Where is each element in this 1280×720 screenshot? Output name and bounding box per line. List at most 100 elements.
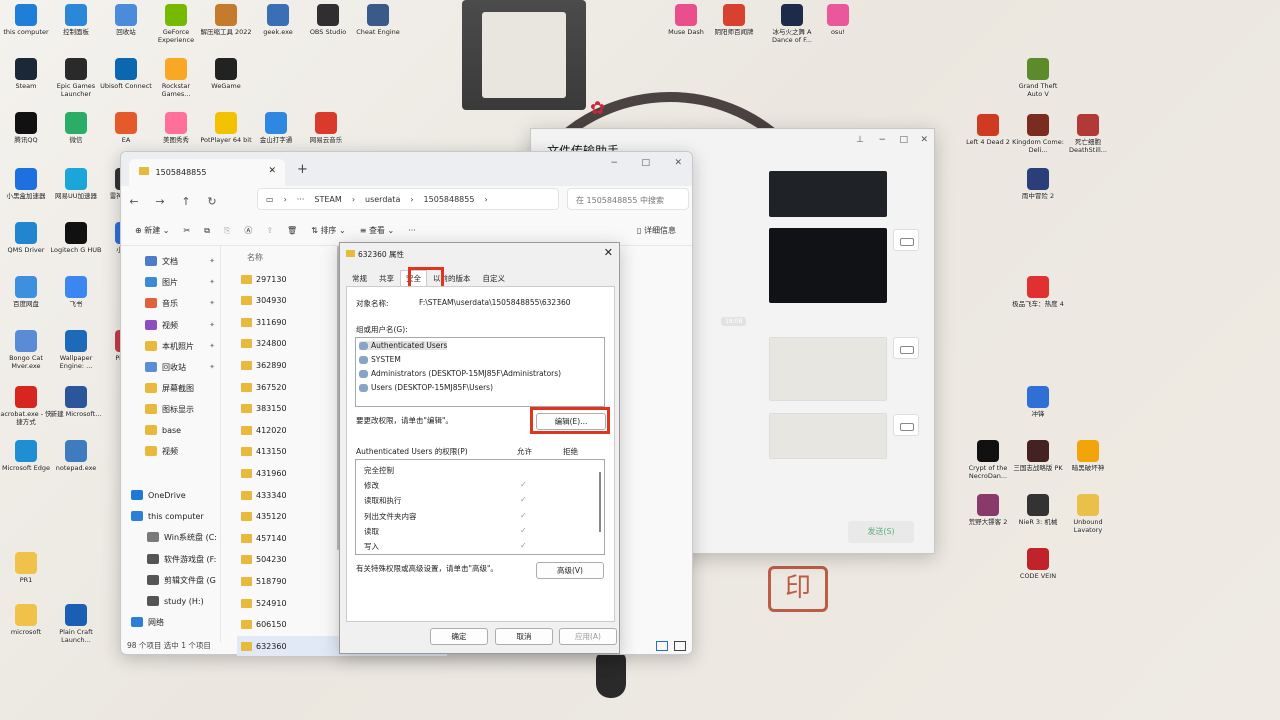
maximize-icon[interactable]: □ — [899, 135, 908, 145]
sidebar-item[interactable]: 视频 — [121, 442, 221, 460]
share-icon[interactable]: ⇪ — [266, 226, 273, 235]
desktop-icon-notepad[interactable]: notepad.exe — [50, 440, 102, 472]
sidebar-item[interactable]: OneDrive — [121, 486, 221, 504]
cut-icon[interactable]: ✂ — [184, 226, 191, 235]
desktop-icon-crypt[interactable]: Crypt of the NecroDan... — [962, 440, 1014, 480]
desktop-icon-meitu[interactable]: 美图秀秀 — [150, 112, 202, 144]
breadcrumb-id[interactable]: 1505848855 — [424, 195, 475, 204]
desktop-icon-game4[interactable]: 荒野大镖客 2 — [962, 494, 1014, 526]
desktop-icon-geek[interactable]: geek.exe — [252, 4, 304, 36]
sort-button[interactable]: ⇅ 排序 ⌄ — [311, 225, 346, 236]
delete-icon[interactable]: 🗑 — [287, 226, 297, 235]
user-list-item[interactable]: SYSTEM — [359, 355, 401, 364]
desktop-icon-unbound[interactable]: Unbound Lavatory — [1062, 494, 1114, 534]
properties-dialog[interactable]: 632360 属性 ✕ 常规 共享 安全 以前的版本 自定义 对象名称: F:\STEA… — [339, 242, 620, 654]
desktop-icon-kingdom[interactable]: Kingdom Come: Deli... — [1012, 114, 1064, 154]
maximize-icon[interactable]: □ — [641, 158, 650, 168]
user-list-item[interactable]: Users (DESKTOP-15MJ85F\Users) — [359, 383, 493, 392]
image-action-icon[interactable] — [893, 414, 919, 436]
copy-icon[interactable]: ⧉ — [204, 226, 210, 236]
address-bar[interactable]: ▭ › ··· STEAM › userdata › 1505848855 › — [257, 188, 559, 210]
details-view-icon[interactable] — [656, 641, 668, 651]
refresh-icon[interactable]: ↻ — [199, 195, 225, 208]
user-list-item[interactable]: Authenticated Users — [359, 341, 448, 350]
desktop-icon-osu[interactable]: osu! — [812, 4, 864, 36]
up-arrow-icon[interactable]: ↑ — [173, 195, 199, 208]
image-action-icon[interactable] — [893, 229, 919, 251]
close-tab-icon[interactable]: ✕ — [268, 166, 276, 176]
desktop-icon-pinwheel[interactable]: 金山打字通 — [250, 112, 302, 144]
desktop-icon-feishu[interactable]: 飞书 — [50, 276, 102, 308]
sidebar-item[interactable]: this computer — [121, 507, 221, 525]
desktop-icon-acrobat[interactable]: acrobat.exe - 快捷方式 — [0, 386, 52, 426]
breadcrumb-userdata[interactable]: userdata — [365, 195, 400, 204]
desktop-icon-game-mini[interactable]: 冲锋 — [1012, 386, 1064, 418]
desktop-icon-wallpaper[interactable]: Wallpaper Engine: ... — [50, 330, 102, 370]
sidebar-item[interactable]: 音乐 ✦ — [121, 294, 221, 312]
desktop-icon-lostark[interactable]: 暗黑破坏神 — [1062, 440, 1114, 472]
desktop-icon-rockstar[interactable]: Rockstar Games... — [150, 58, 202, 98]
desktop-icon-wechat[interactable]: 微信 — [50, 112, 102, 144]
apply-button[interactable]: 应用(A) — [559, 628, 617, 645]
image-action-icon[interactable] — [893, 337, 919, 359]
desktop-icon-game2[interactable]: 阴阳师百闻牌 — [708, 4, 760, 36]
close-icon[interactable]: ✕ — [674, 158, 682, 168]
chat-image[interactable] — [769, 337, 887, 401]
pin-icon[interactable]: ⊥ — [856, 135, 864, 145]
desktop-icon-pr[interactable]: PR1 — [0, 552, 52, 584]
sidebar-item[interactable]: 图标显示 — [121, 400, 221, 418]
forward-arrow-icon[interactable]: → — [147, 195, 173, 208]
desktop-icon-baidu[interactable]: 百度网盘 — [0, 276, 52, 308]
desktop-icon-bongo[interactable]: Bongo Cat Mver.exe — [0, 330, 52, 370]
desktop-icon-plain[interactable]: Plain Craft Launch... — [50, 604, 102, 644]
sidebar-item[interactable]: 视频 ✦ — [121, 316, 221, 334]
desktop-icon-geforce[interactable]: GeForce Experience — [150, 4, 202, 44]
chat-image[interactable] — [769, 171, 887, 217]
desktop-icon-unpacker[interactable]: 解压缩工具 2022 — [200, 4, 252, 36]
desktop-icon-steam[interactable]: Steam — [0, 58, 52, 90]
desktop-icon-netease[interactable]: 网易云音乐 — [300, 112, 352, 144]
close-icon[interactable]: ✕ — [604, 246, 613, 259]
desktop-icon-dance[interactable]: 冰与火之舞 A Dance of F... — [766, 4, 818, 44]
sidebar-item[interactable]: 剪辑文件盘 (G — [121, 571, 221, 589]
chat-image[interactable] — [769, 228, 887, 303]
desktop-icon-codevein[interactable]: CODE VEIN — [1012, 548, 1064, 580]
desktop-icon-ms-folder[interactable]: microsoft — [0, 604, 52, 636]
new-button[interactable]: ⊕ 新建 ⌄ — [135, 225, 170, 236]
ok-button[interactable]: 确定 — [430, 628, 488, 645]
desktop-icon-xiaohei[interactable]: 小黑盒加速器 — [0, 168, 52, 200]
sidebar-item[interactable]: 本机照片 ✦ — [121, 337, 221, 355]
more-options-icon[interactable]: ··· — [408, 226, 416, 235]
desktop-icon-ea[interactable]: EA — [100, 112, 152, 144]
chat-image[interactable] — [769, 413, 887, 459]
desktop-icon-control-panel[interactable]: 控制面板 — [50, 4, 102, 36]
desktop-icon-epic[interactable]: Epic Games Launcher — [50, 58, 102, 98]
new-tab-button[interactable]: + — [297, 162, 308, 177]
send-button[interactable]: 发送(S) — [848, 521, 914, 543]
view-button[interactable]: ≡ 查看 ⌄ — [360, 225, 395, 236]
desktop-icon-obs[interactable]: OBS Studio — [302, 4, 354, 36]
cancel-button[interactable]: 取消 — [495, 628, 553, 645]
paste-icon[interactable]: ⎘ — [224, 226, 230, 236]
desktop-icon-nfs[interactable]: 极品飞车：热度 4 — [1012, 276, 1064, 308]
desktop-icon-word[interactable]: 新建 Microsoft... — [50, 386, 102, 418]
desktop-icon-game3[interactable]: 三国志战略版 PK — [1012, 440, 1064, 472]
desktop-icon-gta[interactable]: Grand Theft Auto V — [1012, 58, 1064, 98]
sidebar-item[interactable]: 屏幕截图 — [121, 379, 221, 397]
column-header-name[interactable]: 名称 — [247, 252, 263, 263]
desktop-icon-l4d[interactable]: Left 4 Dead 2 — [962, 114, 1014, 146]
search-input[interactable]: 在 1505848855 中搜索 — [567, 188, 689, 210]
desktop-icon-nier[interactable]: NieR 3: 机械 — [1012, 494, 1064, 526]
sidebar-item[interactable]: Win系统盘 (C: — [121, 528, 221, 546]
breadcrumb-steam[interactable]: STEAM — [314, 195, 341, 204]
details-button[interactable]: ▯ 详细信息 — [637, 225, 676, 236]
desktop-icon-recycle-bin[interactable]: 回收站 — [100, 4, 152, 36]
sidebar-item[interactable]: 网络 — [121, 613, 221, 631]
desktop-icon-qms[interactable]: QMS Driver — [0, 222, 52, 254]
properties-tab[interactable]: 共享 — [373, 270, 400, 286]
back-arrow-icon[interactable]: ← — [121, 195, 147, 208]
more-icon[interactable]: ··· — [297, 195, 305, 204]
desktop-icon-logitech[interactable]: Logitech G HUB — [50, 222, 102, 254]
rename-icon[interactable]: Ⓐ — [244, 225, 252, 236]
explorer-tab[interactable]: 1505848855 ✕ — [129, 159, 285, 186]
